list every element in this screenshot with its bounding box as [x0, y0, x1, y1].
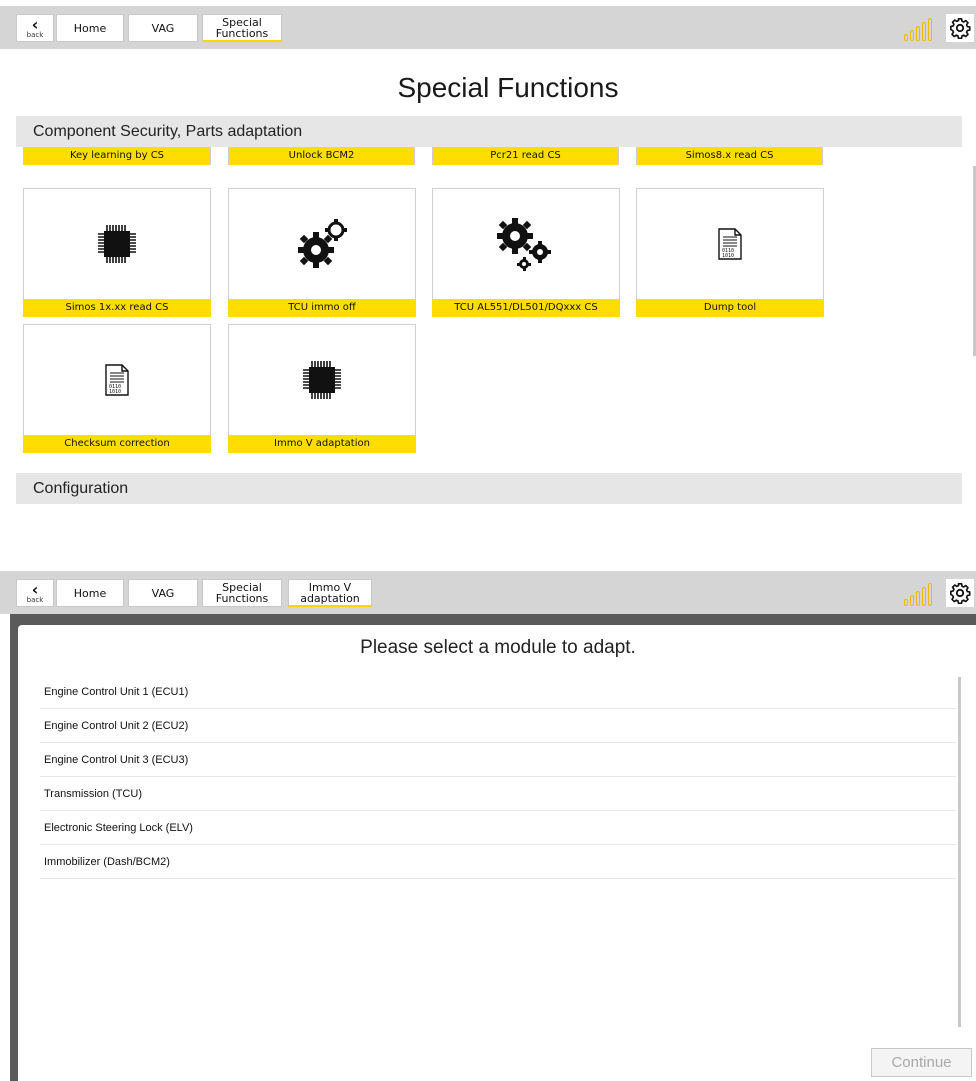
dialog-title: Please select a module to adapt.	[360, 637, 636, 658]
signal-strength-icon	[904, 18, 932, 41]
signal-strength-icon	[904, 583, 932, 606]
page-title: Special Functions	[397, 72, 619, 103]
gear-icon	[950, 18, 971, 39]
tile-unlock-bcm2[interactable]: Unlock BCM2	[228, 147, 415, 165]
back-button[interactable]: ‹ back	[16, 579, 54, 607]
tile-simos8-read-cs[interactable]: Simos8.x read CS	[636, 147, 823, 165]
tile-pcr21-read-cs[interactable]: Pcr21 read CS	[432, 147, 619, 165]
breadcrumb-special-functions[interactable]: Special Functions	[202, 579, 282, 607]
breadcrumb-vag[interactable]: VAG	[128, 14, 198, 42]
scrollbar[interactable]	[958, 677, 961, 1027]
chevron-left-icon: ‹	[31, 579, 39, 599]
document-icon: 0110 1010	[105, 364, 129, 396]
section-configuration[interactable]: Configuration	[16, 473, 962, 504]
breadcrumb-home[interactable]: Home	[56, 14, 124, 42]
top-toolbar: ‹ back Home VAG Special Functions	[0, 6, 976, 49]
module-row-ecu2[interactable]: Engine Control Unit 2 (ECU2)	[40, 709, 956, 743]
tile-immo-v-adaptation[interactable]: Immo V adaptation	[228, 324, 416, 453]
module-row-immobilizer[interactable]: Immobilizer (Dash/BCM2)	[40, 845, 956, 879]
module-row-elv[interactable]: Electronic Steering Lock (ELV)	[40, 811, 956, 845]
gears-icon	[298, 219, 347, 268]
breadcrumb-immo-v-adaptation[interactable]: Immo V adaptation	[288, 579, 372, 607]
section-component-security[interactable]: Component Security, Parts adaptation	[16, 116, 962, 147]
breadcrumb-home[interactable]: Home	[56, 579, 124, 607]
module-row-ecu3[interactable]: Engine Control Unit 3 (ECU3)	[40, 743, 956, 777]
gear-icon	[950, 583, 971, 604]
tile-dump-tool[interactable]: 0110 1010 Dump tool	[636, 188, 824, 317]
module-row-ecu1[interactable]: Engine Control Unit 1 (ECU1)	[40, 675, 956, 709]
breadcrumb-vag[interactable]: VAG	[128, 579, 198, 607]
chip-icon	[98, 225, 136, 263]
continue-button[interactable]: Continue	[871, 1048, 972, 1077]
module-row-tcu[interactable]: Transmission (TCU)	[40, 777, 956, 811]
tile-key-learning[interactable]: Key learning by CS	[23, 147, 211, 165]
settings-button[interactable]	[946, 14, 974, 42]
settings-button[interactable]	[946, 579, 974, 607]
tile-simos-1x-read-cs[interactable]: Simos 1x.xx read CS	[23, 188, 211, 317]
tile-tcu-al551-cs[interactable]: TCU AL551/DL501/DQxxx CS	[432, 188, 620, 317]
gears-icon	[497, 218, 551, 271]
document-icon: 0110 1010	[718, 228, 742, 260]
tile-tcu-immo-off[interactable]: TCU immo off	[228, 188, 416, 317]
back-button[interactable]: ‹ back	[16, 14, 54, 42]
bottom-toolbar: ‹ back Home VAG Special Functions Immo V…	[0, 571, 976, 614]
chip-icon	[303, 361, 341, 399]
chevron-left-icon: ‹	[31, 14, 39, 34]
tile-checksum-correction[interactable]: 0110 1010 Checksum correction	[23, 324, 211, 453]
svg-text:1010: 1010	[109, 389, 121, 395]
breadcrumb-special-functions[interactable]: Special Functions	[202, 14, 282, 42]
svg-text:1010: 1010	[722, 253, 734, 259]
